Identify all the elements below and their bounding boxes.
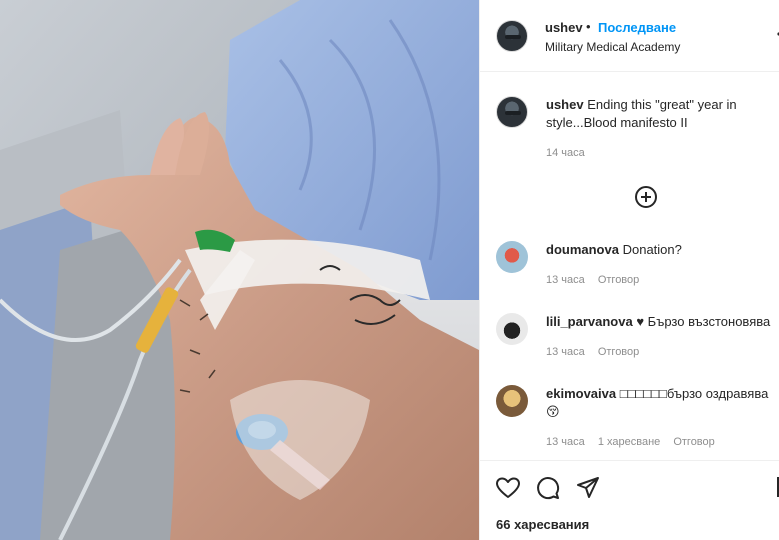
plus-circle-icon[interactable] <box>634 185 658 209</box>
comment-body: Donation? <box>622 242 682 257</box>
comment-username[interactable]: lili_parvanova <box>546 314 633 329</box>
likes-text[interactable]: 66 харесвания <box>496 517 589 532</box>
comment-username[interactable]: doumanova <box>546 242 619 257</box>
caption-line-2: style...Blood manifesto II <box>546 115 688 130</box>
comments-section: ushev Ending this "great" year in style.… <box>480 73 779 459</box>
comment-time[interactable]: 13 часа <box>546 436 585 448</box>
comment-meta: 13 часа Отговор <box>546 274 649 286</box>
post-username[interactable]: ushev <box>545 20 583 35</box>
iv-arm-photo <box>0 0 479 540</box>
comment-body: ♥ Бързо възстоновява <box>636 314 771 329</box>
caption-meta: 14 часа <box>546 147 595 159</box>
follow-button[interactable]: Последване <box>598 20 676 35</box>
post-header: ushev • Последване Military Medical Acad… <box>480 0 779 72</box>
avatar[interactable] <box>496 96 528 128</box>
comment-body: □□□□□□бързо оздравява <box>619 386 769 401</box>
avatar[interactable] <box>496 385 528 417</box>
comment-likes[interactable]: 1 харесване <box>598 436 660 448</box>
comment-meta: 13 часа Отговор <box>546 346 649 358</box>
comment-item: doumanova Donation? 13 часа Отговор <box>480 241 779 289</box>
post-actions: 66 харесвания <box>480 460 779 540</box>
comment-username[interactable]: ekimovaiva <box>546 386 616 401</box>
heart-icon[interactable] <box>495 475 521 501</box>
share-icon[interactable] <box>575 475 601 501</box>
avatar[interactable] <box>496 241 528 273</box>
post-side-panel: ushev • Последване Military Medical Acad… <box>479 0 779 540</box>
caption-username[interactable]: ushev <box>546 97 584 112</box>
reply-button[interactable]: Отговор <box>598 274 639 286</box>
reply-button[interactable]: Отговор <box>673 436 714 448</box>
post-location[interactable]: Military Medical Academy <box>545 40 680 54</box>
caption-line-1: Ending this "great" year in <box>587 97 737 112</box>
separator-dot: • <box>586 19 591 34</box>
more-options-icon[interactable] <box>774 26 779 42</box>
comment-icon[interactable] <box>535 475 561 501</box>
avatar[interactable] <box>496 313 528 345</box>
caption-item: ushev Ending this "great" year in style.… <box>480 96 779 166</box>
comment-text: lili_parvanova ♥ Бързо възстоновява <box>546 313 779 331</box>
comment-text: doumanova Donation? <box>546 241 779 259</box>
comment-item: lili_parvanova ♥ Бързо възстоновява 13 ч… <box>480 313 779 361</box>
comment-text: ekimovaiva □□□□□□бързо оздравява 😚 <box>546 385 778 421</box>
comment-time[interactable]: 13 часа <box>546 274 585 286</box>
caption-time[interactable]: 14 часа <box>546 147 585 159</box>
caption-text: ushev Ending this "great" year in style.… <box>546 96 778 132</box>
comment-emoji: 😚 <box>546 404 560 419</box>
comment-item: ekimovaiva □□□□□□бързо оздравява 😚 13 ча… <box>480 385 779 455</box>
comment-time[interactable]: 13 часа <box>546 346 585 358</box>
avatar[interactable] <box>496 20 528 52</box>
comment-meta: 13 часа 1 харесване Отговор <box>546 436 725 448</box>
reply-button[interactable]: Отговор <box>598 346 639 358</box>
likes-count[interactable]: 66 харесвания <box>496 517 589 532</box>
post-photo[interactable] <box>0 0 479 540</box>
